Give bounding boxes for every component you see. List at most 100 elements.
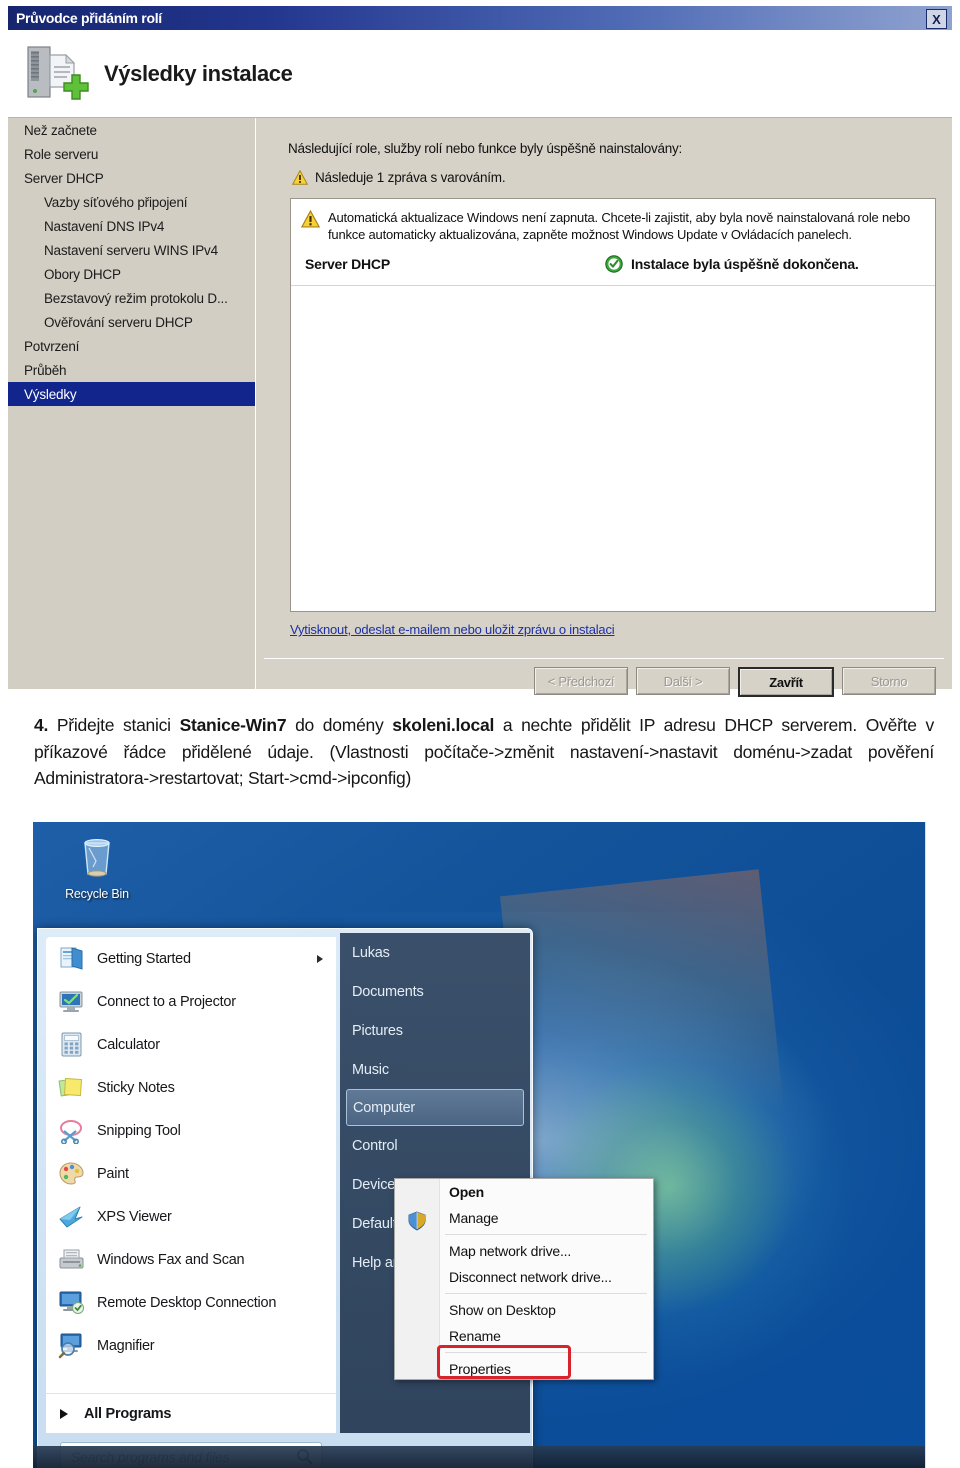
context-menu-separator <box>445 1352 647 1353</box>
wizard-footer-buttons: < Předchozí Další > Zavřít Storno <box>534 667 936 697</box>
chevron-right-icon <box>60 1408 68 1419</box>
chevron-right-icon <box>317 954 323 963</box>
start-menu-place-0[interactable]: Lukas <box>340 933 530 972</box>
wizard-header: Výsledky instalace <box>8 30 952 118</box>
wizard-step-8[interactable]: Ověřování serveru DHCP <box>8 310 255 334</box>
context-menu-item-1[interactable]: Manage <box>395 1205 653 1231</box>
warning-icon <box>301 210 320 228</box>
context-menu-separator <box>445 1234 647 1235</box>
start-menu-place-1[interactable]: Documents <box>340 972 530 1011</box>
wizard-step-11[interactable]: Výsledky <box>8 382 255 406</box>
start-menu-place-4[interactable]: Computer <box>346 1089 524 1126</box>
all-programs-button[interactable]: All Programs <box>46 1393 336 1433</box>
wizard-step-5[interactable]: Nastavení serveru WINS IPv4 <box>8 238 255 262</box>
wizard-step-4[interactable]: Nastavení DNS IPv4 <box>8 214 255 238</box>
all-programs-label: All Programs <box>84 1405 172 1422</box>
wizard-step-6[interactable]: Obory DHCP <box>8 262 255 286</box>
previous-button[interactable]: < Předchozí <box>534 667 628 695</box>
next-button[interactable]: Další > <box>636 667 730 695</box>
start-menu-item-label: XPS Viewer <box>97 1208 172 1225</box>
start-menu-program-list: Getting Started Connect to a Projector C… <box>46 937 336 1393</box>
context-menu-item-4[interactable]: Show on Desktop <box>395 1297 653 1323</box>
start-menu-item-3[interactable]: Sticky Notes <box>46 1066 336 1109</box>
context-menu-item-0[interactable]: Open <box>395 1179 653 1205</box>
sticky-notes-icon <box>58 1074 85 1101</box>
start-menu-item-label: Connect to a Projector <box>97 993 236 1010</box>
warning-message-text: Automatická aktualizace Windows není zap… <box>328 210 911 243</box>
start-menu-item-0[interactable]: Getting Started <box>46 937 336 980</box>
start-menu-item-label: Magnifier <box>97 1337 155 1354</box>
warning-icon <box>292 170 308 185</box>
wizard-titlebar: Průvodce přidáním rolí X <box>8 6 952 30</box>
success-check-icon <box>605 255 623 274</box>
wizard-step-2[interactable]: Server DHCP <box>8 166 255 190</box>
recycle-bin-desktop-icon[interactable]: Recycle Bin <box>55 834 139 901</box>
server-add-icon <box>27 45 89 100</box>
getting-started-icon <box>58 945 85 972</box>
close-button[interactable]: Zavřít <box>738 667 834 697</box>
start-menu-item-label: Sticky Notes <box>97 1079 175 1096</box>
instruction-hostname: Stanice-Win7 <box>179 715 287 735</box>
computer-context-menu: Open Manage Map network drive... Disconnect… <box>394 1178 654 1380</box>
instruction-number: 4. <box>34 715 49 735</box>
installed-role-row: Server DHCP Instalace byla úspěšně dokon… <box>291 249 935 287</box>
cancel-button[interactable]: Storno <box>842 667 936 695</box>
instruction-paragraph: 4. Přidejte stanici Stanice-Win7 do domé… <box>34 712 934 792</box>
start-menu-item-5[interactable]: Paint <box>46 1152 336 1195</box>
warning-count-row: Následuje 1 zpráva s varováním. <box>292 170 506 185</box>
start-menu-item-label: Windows Fax and Scan <box>97 1251 245 1268</box>
start-menu-item-label: Getting Started <box>97 950 191 967</box>
start-menu-item-2[interactable]: Calculator <box>46 1023 336 1066</box>
wizard-step-9[interactable]: Potvrzení <box>8 334 255 358</box>
start-menu-item-label: Calculator <box>97 1036 160 1053</box>
wizard-step-7[interactable]: Bezstavový režim protokolu D... <box>8 286 255 310</box>
wizard-footer: < Předchozí Další > Zavřít Storno <box>264 658 944 697</box>
start-menu-place-3[interactable]: Music <box>340 1050 530 1089</box>
remote-desktop-icon <box>58 1289 85 1316</box>
context-menu-item-3[interactable]: Disconnect network drive... <box>395 1264 653 1290</box>
recycle-bin-icon <box>84 838 110 877</box>
start-menu-item-1[interactable]: Connect to a Projector <box>46 980 336 1023</box>
wizard-step-list: Než začnete Role serveru Server DHCP Vazby … <box>8 118 256 689</box>
instruction-text-part2: do domény <box>286 715 393 735</box>
start-menu-item-4[interactable]: Snipping Tool <box>46 1109 336 1152</box>
taskbar <box>33 1446 925 1468</box>
recycle-bin-label: Recycle Bin <box>65 887 129 901</box>
start-menu-place-2[interactable]: Pictures <box>340 1011 530 1050</box>
magnifier-icon <box>58 1332 85 1359</box>
close-icon[interactable]: X <box>926 9 947 29</box>
start-menu-item-8[interactable]: Remote Desktop Connection <box>46 1281 336 1324</box>
fax-scan-icon <box>58 1246 85 1273</box>
snipping-tool-icon <box>58 1117 85 1145</box>
context-menu-item-5[interactable]: Rename <box>395 1323 653 1349</box>
installation-report-link[interactable]: Vytisknout, odeslat e-mailem nebo uložit… <box>290 622 615 637</box>
context-menu-item-2[interactable]: Map network drive... <box>395 1238 653 1264</box>
wizard-title: Průvodce přidáním rolí <box>16 10 162 26</box>
role-status-text: Instalace byla úspěšně dokončena. <box>631 256 859 273</box>
start-menu-item-label: Paint <box>97 1165 129 1182</box>
start-menu-item-label: Remote Desktop Connection <box>97 1294 277 1311</box>
context-menu-separator <box>445 1293 647 1294</box>
installation-results-box: Automatická aktualizace Windows není zap… <box>290 198 936 612</box>
wizard-step-3[interactable]: Vazby síťového připojení <box>8 190 255 214</box>
start-menu-item-6[interactable]: XPS Viewer <box>46 1195 336 1238</box>
wizard-step-10[interactable]: Průběh <box>8 358 255 382</box>
instruction-domain: skoleni.local <box>392 715 495 735</box>
wallpaper-beam <box>500 869 790 1195</box>
start-menu-item-7[interactable]: Windows Fax and Scan <box>46 1238 336 1281</box>
add-roles-wizard-window: Průvodce přidáním rolí X Výsledky instal… <box>8 6 952 697</box>
role-name: Server DHCP <box>305 256 390 273</box>
xps-viewer-icon <box>58 1203 85 1230</box>
context-menu-item-6[interactable]: Properties <box>395 1356 653 1382</box>
role-status: Instalace byla úspěšně dokončena. <box>605 255 859 274</box>
uac-shield-icon <box>408 1211 426 1231</box>
wizard-step-0[interactable]: Než začnete <box>8 118 255 142</box>
calculator-icon <box>58 1031 85 1058</box>
start-menu-place-5[interactable]: Control <box>340 1126 530 1165</box>
warning-message-row: Automatická aktualizace Windows není zap… <box>291 199 935 249</box>
start-menu-item-9[interactable]: Magnifier <box>46 1324 336 1367</box>
projector-icon <box>58 988 85 1015</box>
warning-count-text: Následuje 1 zpráva s varováním. <box>315 170 506 185</box>
results-intro-text: Následující role, služby rolí nebo funkc… <box>288 141 682 156</box>
wizard-step-1[interactable]: Role serveru <box>8 142 255 166</box>
